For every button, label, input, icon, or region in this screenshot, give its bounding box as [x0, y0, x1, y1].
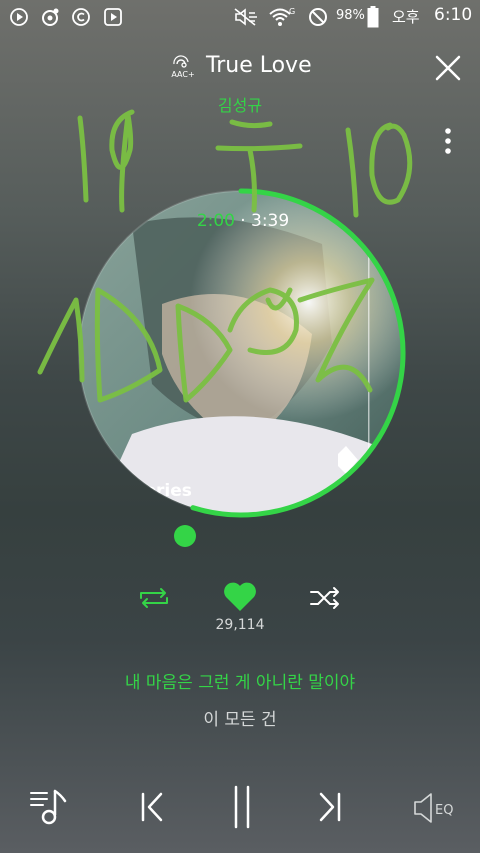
song-title: True Love: [206, 53, 312, 78]
like-count: 29,114: [215, 617, 265, 633]
album-disc[interactable]: Stories 2:00 · 3:39: [72, 184, 410, 522]
shuffle-button[interactable]: [305, 580, 345, 616]
eq-label: EQ: [435, 803, 453, 818]
pause-button[interactable]: [220, 782, 264, 832]
skip-next-icon: [319, 792, 341, 822]
current-time: 2:00: [197, 211, 235, 231]
battery-percent: 98%: [336, 8, 365, 23]
battery-icon: [366, 6, 380, 28]
network-type-label: G: [289, 7, 295, 16]
shuffle-icon: [310, 587, 339, 609]
blocked-icon: [307, 7, 329, 27]
play-notif-icon: [8, 7, 30, 27]
music-notif-icon: [39, 7, 61, 27]
like-button[interactable]: [218, 578, 262, 616]
repeat-button[interactable]: [134, 580, 174, 616]
playlist-button[interactable]: [24, 785, 72, 829]
close-button[interactable]: [432, 52, 464, 84]
status-ampm: 오후: [392, 8, 420, 26]
skip-previous-icon: [141, 792, 163, 822]
close-icon: [435, 55, 461, 81]
repeat-icon: [140, 588, 168, 608]
aac-plus-icon: AAC+: [168, 52, 198, 82]
time-separator: ·: [240, 211, 245, 231]
equalizer-button[interactable]: EQ: [410, 788, 462, 828]
lyric-next[interactable]: 이 모든 건: [0, 705, 480, 730]
progress-thumb[interactable]: [174, 525, 196, 547]
video-notif-icon: [102, 7, 124, 27]
status-bar: G 98% 오후 6:10: [0, 0, 480, 34]
speaker-eq-icon: EQ: [414, 793, 453, 823]
lyric-current[interactable]: 내 마음은 그런 게 아니란 말이야: [0, 668, 480, 693]
pause-icon: [234, 785, 250, 829]
codec-label: AAC+: [171, 70, 195, 79]
status-time: 6:10: [434, 5, 473, 25]
previous-button[interactable]: [130, 785, 174, 829]
artist-name[interactable]: 김성규: [0, 92, 480, 116]
more-vertical-icon: [445, 128, 451, 154]
more-options-button[interactable]: [440, 125, 456, 157]
copyright-notif-icon: [70, 7, 92, 27]
album-cover: Stories: [79, 191, 403, 515]
heart-icon: [224, 582, 256, 611]
playlist-music-icon: [30, 789, 67, 825]
mute-icon: [233, 7, 259, 27]
wifi-icon: G: [268, 7, 296, 27]
total-time: 3:39: [251, 211, 289, 231]
next-button[interactable]: [308, 785, 352, 829]
